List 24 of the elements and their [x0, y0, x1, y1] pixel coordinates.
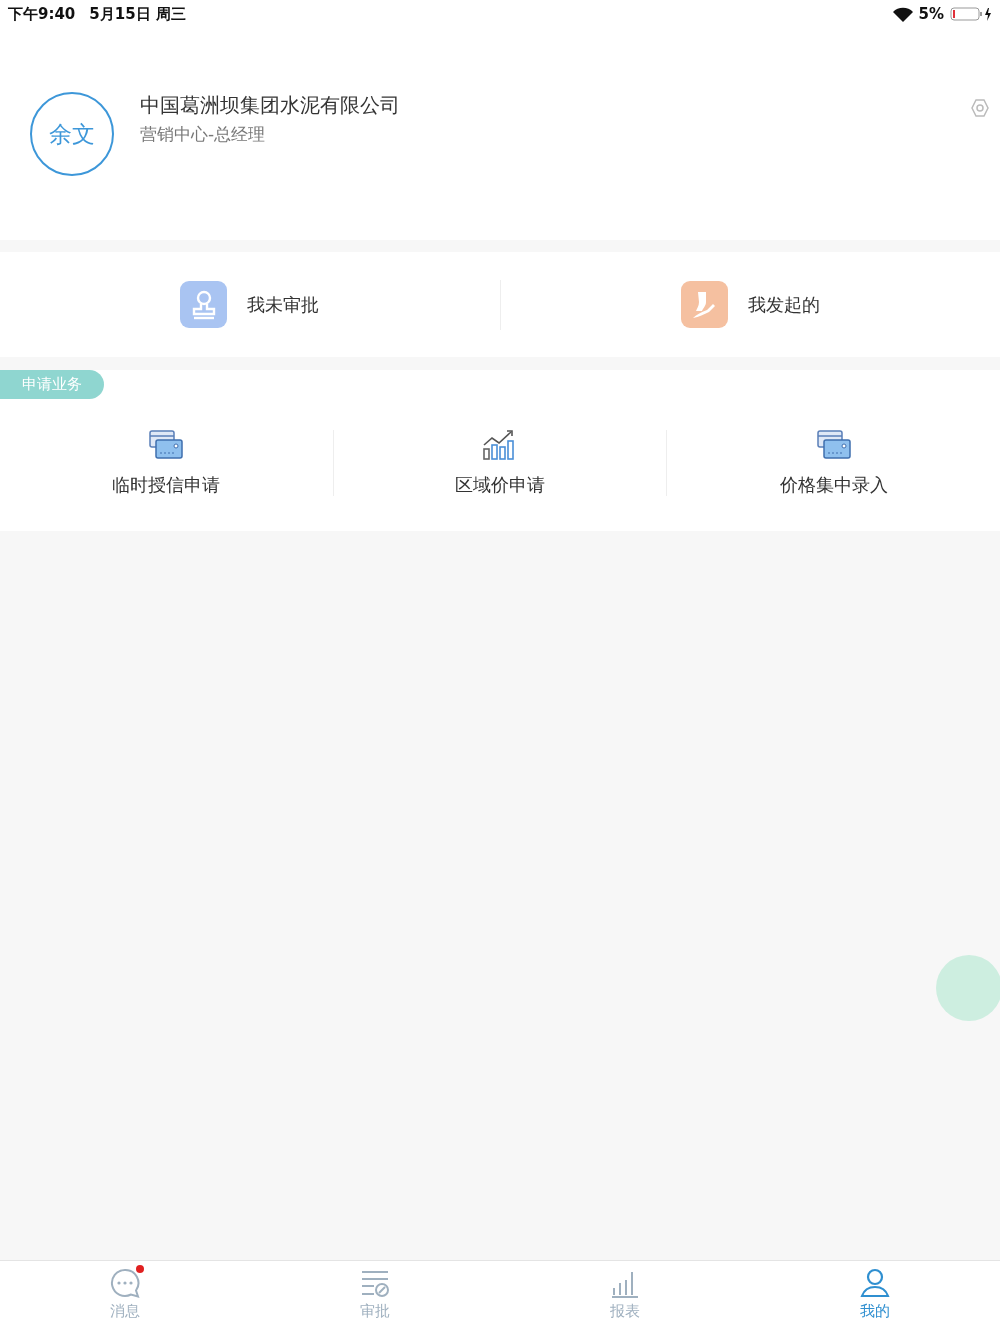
person-badge-icon[interactable] [680, 281, 728, 328]
service-item[interactable]: 临时授信申请 [112, 473, 221, 497]
settings-icon[interactable] [970, 98, 990, 118]
user-icon [860, 1268, 890, 1298]
chat-icon [110, 1268, 140, 1298]
shortcut-label[interactable]: 我发起的 [747, 292, 820, 317]
service-item[interactable]: 区域价申请 [455, 473, 545, 497]
service-item[interactable]: 价格集中录入 [779, 473, 888, 497]
stamp-icon [190, 289, 217, 320]
battery-percent: 5% [918, 5, 944, 23]
avatar: 余文 [30, 92, 114, 176]
battery-charging-icon [950, 6, 992, 22]
status-date: 5月15日 周三 [89, 4, 186, 24]
tab-item[interactable]: 我的 [750, 1261, 1000, 1334]
stamp-badge-icon[interactable] [180, 281, 228, 328]
status-time: 下午9:40 [8, 4, 76, 24]
company-name: 中国葛洲坝集团水泥有限公司 [140, 92, 400, 119]
list-check-icon [360, 1268, 390, 1298]
card-icon [815, 429, 852, 461]
section-tag: 申请业务 [0, 370, 104, 399]
job-title: 营销中心-总经理 [140, 123, 267, 146]
wifi-icon [892, 6, 913, 22]
card-icon [148, 429, 185, 461]
shortcut-label[interactable]: 我未审批 [247, 292, 320, 317]
